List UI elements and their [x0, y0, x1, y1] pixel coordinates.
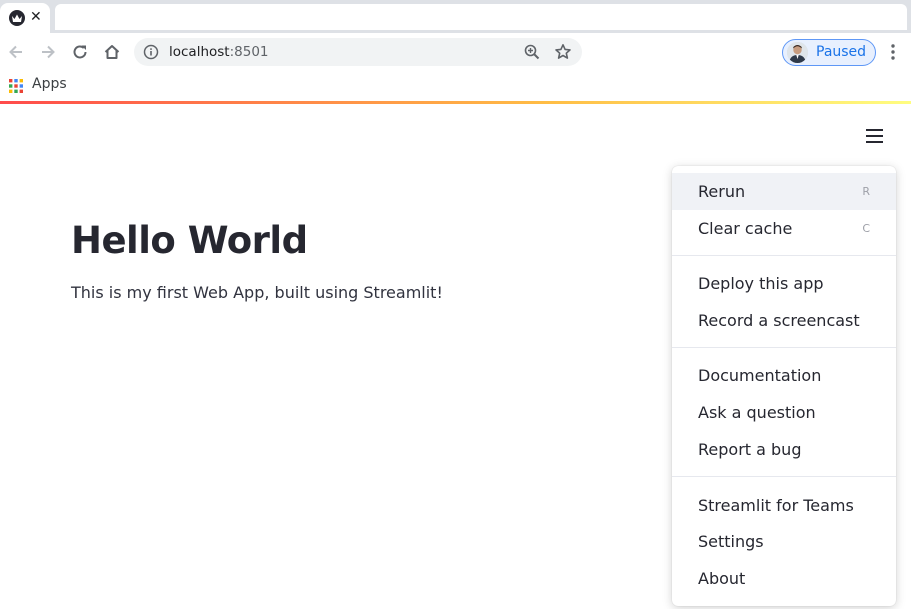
menu-item-label: Record a screencast: [698, 311, 860, 330]
menu-item-shortcut: R: [862, 185, 870, 198]
streamlit-favicon-icon: [9, 10, 25, 26]
menu-item-label: Ask a question: [698, 403, 816, 422]
forward-arrow-icon[interactable]: [36, 40, 60, 64]
home-icon[interactable]: [100, 40, 124, 64]
address-bar[interactable]: localhost:8501: [134, 38, 582, 66]
menu-divider: [672, 347, 896, 348]
menu-item-label: Rerun: [698, 182, 746, 201]
tab-strip: ✕: [0, 0, 911, 33]
url-port: :8501: [229, 44, 269, 60]
browser-toolbar: localhost:8501 Paused: [0, 33, 911, 71]
menu-item-report-bug[interactable]: Report a bug: [672, 431, 896, 468]
avatar: [787, 42, 808, 63]
tab-strip-empty-area: [55, 4, 907, 30]
hamburger-menu-icon[interactable]: [864, 128, 886, 146]
menu-item-about[interactable]: About: [672, 560, 896, 597]
profile-status: Paused: [816, 44, 867, 60]
bookmarks-bar: Apps: [0, 71, 911, 101]
bookmark-star-icon[interactable]: [554, 43, 572, 61]
menu-item-label: Streamlit for Teams: [698, 496, 854, 515]
menu-item-deploy-app[interactable]: Deploy this app: [672, 265, 896, 302]
menu-item-documentation[interactable]: Documentation: [672, 357, 896, 394]
menu-item-label: Report a bug: [698, 440, 802, 459]
url-host: localhost: [169, 44, 230, 60]
menu-item-label: About: [698, 569, 746, 588]
page-title: Hello World: [71, 219, 308, 262]
menu-divider: [672, 255, 896, 256]
apps-grid-icon[interactable]: [9, 78, 23, 93]
menu-item-label: Deploy this app: [698, 274, 824, 293]
menu-item-label: Documentation: [698, 366, 822, 385]
page-subtitle: This is my first Web App, built using St…: [71, 283, 443, 302]
menu-item-clear-cache[interactable]: Clear cache C: [672, 210, 896, 247]
main-menu-dropdown: Rerun R Clear cache C Deploy this app Re…: [672, 166, 896, 606]
menu-item-label: Clear cache: [698, 219, 793, 238]
menu-item-rerun[interactable]: Rerun R: [672, 173, 896, 210]
apps-bookmark[interactable]: Apps: [32, 76, 67, 93]
menu-item-record-screencast[interactable]: Record a screencast: [672, 302, 896, 339]
profile-button[interactable]: Paused: [782, 39, 876, 66]
menu-item-label: Settings: [698, 532, 764, 551]
zoom-icon[interactable]: [523, 43, 541, 61]
browser-tab[interactable]: ✕: [0, 3, 50, 33]
menu-item-ask-question[interactable]: Ask a question: [672, 394, 896, 431]
info-icon[interactable]: [143, 44, 159, 60]
menu-divider: [672, 476, 896, 477]
menu-item-settings[interactable]: Settings: [672, 523, 896, 560]
menu-item-shortcut: C: [862, 222, 870, 235]
reload-icon[interactable]: [68, 40, 92, 64]
kebab-menu-icon[interactable]: [886, 42, 900, 62]
back-arrow-icon[interactable]: [4, 40, 28, 64]
menu-item-streamlit-for-teams[interactable]: Streamlit for Teams: [672, 487, 896, 524]
close-tab-icon[interactable]: ✕: [30, 8, 42, 26]
url-text[interactable]: localhost:8501: [169, 43, 269, 61]
